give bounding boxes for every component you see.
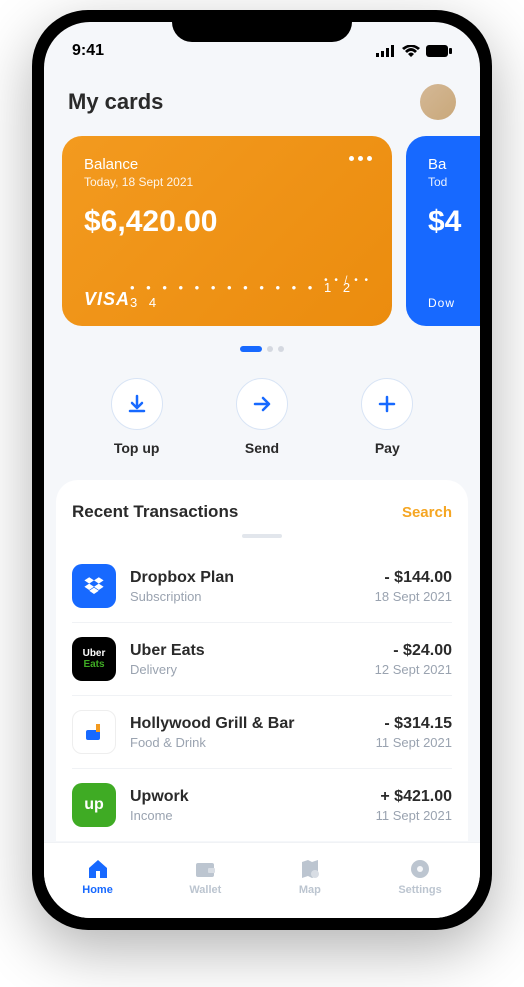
action-label: Top up [114,440,160,456]
drag-handle[interactable] [242,534,282,538]
page-title: My cards [68,89,163,115]
dot-active[interactable] [240,346,262,352]
action-label: Send [245,440,279,456]
transaction-amount: - $24.00 [375,642,452,660]
screen-content[interactable]: My cards Balance Today, 18 Sept 2021 $6,… [44,66,480,842]
pay-button[interactable]: Pay [361,378,413,456]
wifi-icon [402,45,420,57]
nav-label: Map [299,884,321,896]
status-icons [376,45,452,57]
settings-icon [408,857,432,881]
balance-card-primary[interactable]: Balance Today, 18 Sept 2021 $6,420.00 • … [62,136,392,326]
bottom-nav: Home Wallet Map Settings [44,842,480,918]
send-button[interactable]: Send [236,378,288,456]
transaction-row[interactable]: UberEats Uber Eats Delivery - $24.00 12 … [72,623,452,696]
home-icon [86,857,110,881]
transaction-date: 11 Sept 2021 [376,808,452,823]
card-label: Balance [84,156,370,173]
transaction-row[interactable]: Hollywood Grill & Bar Food & Drink - $31… [72,696,452,769]
transaction-amount: - $314.15 [376,715,452,733]
dot[interactable] [267,346,273,352]
nav-settings[interactable]: Settings [398,857,441,896]
battery-icon [426,45,452,57]
map-icon [298,857,322,881]
avatar[interactable] [420,84,456,120]
transaction-category: Subscription [130,589,361,604]
phone-frame: 9:41 My cards Balance Today, 18 Sept 202… [32,10,492,930]
cards-carousel[interactable]: Balance Today, 18 Sept 2021 $6,420.00 • … [62,136,462,334]
nav-map[interactable]: Map [298,857,322,896]
action-label: Pay [375,440,400,456]
card-label: Ba [428,156,480,173]
transaction-date: 12 Sept 2021 [375,662,452,677]
status-time: 9:41 [72,42,104,60]
nav-wallet[interactable]: Wallet [189,857,221,896]
card-brand: Dow [428,296,455,310]
phone-screen: 9:41 My cards Balance Today, 18 Sept 202… [44,22,480,918]
quick-actions: Top up Send Pay [62,352,462,480]
nav-label: Home [82,884,113,896]
upwork-icon: up [72,783,116,827]
nav-label: Wallet [189,884,221,896]
transaction-row[interactable]: Dropbox Plan Subscription - $144.00 18 S… [72,550,452,623]
transaction-name: Hollywood Grill & Bar [130,715,362,733]
card-number: • • • • • • • • • • • • 1 2 3 4 [130,280,370,310]
top-up-button[interactable]: Top up [111,378,163,456]
transaction-name: Upwork [130,788,362,806]
transactions-panel: Recent Transactions Search Dropbox Plan … [56,480,468,841]
transaction-amount: - $144.00 [375,569,452,587]
card-more-button[interactable] [349,156,372,161]
transactions-title: Recent Transactions [72,502,238,522]
nav-home[interactable]: Home [82,857,113,896]
signal-icon [376,45,396,57]
transaction-row[interactable]: up Upwork Income + $421.00 11 Sept 2021 [72,769,452,841]
card-date: Tod [428,175,480,189]
download-icon [126,393,148,415]
balance-card-secondary[interactable]: Ba Tod $4 Dow [406,136,480,326]
plus-icon [376,393,398,415]
arrow-right-icon [251,393,273,415]
card-balance: $4 [428,205,480,239]
nav-label: Settings [398,884,441,896]
transaction-name: Dropbox Plan [130,569,361,587]
page-header: My cards [62,66,462,136]
transaction-category: Delivery [130,662,361,677]
search-button[interactable]: Search [402,504,452,521]
transaction-date: 18 Sept 2021 [375,589,452,604]
notch [172,10,352,42]
card-balance: $6,420.00 [84,205,370,239]
dropbox-icon [72,564,116,608]
transaction-amount: + $421.00 [376,788,452,806]
card-brand: VISA [84,289,130,310]
dot[interactable] [278,346,284,352]
ubereats-icon: UberEats [72,637,116,681]
wallet-icon [193,857,217,881]
transaction-date: 11 Sept 2021 [376,735,452,750]
transaction-category: Income [130,808,362,823]
card-date: Today, 18 Sept 2021 [84,175,370,189]
transaction-name: Uber Eats [130,642,361,660]
transaction-category: Food & Drink [130,735,362,750]
food-icon [72,710,116,754]
